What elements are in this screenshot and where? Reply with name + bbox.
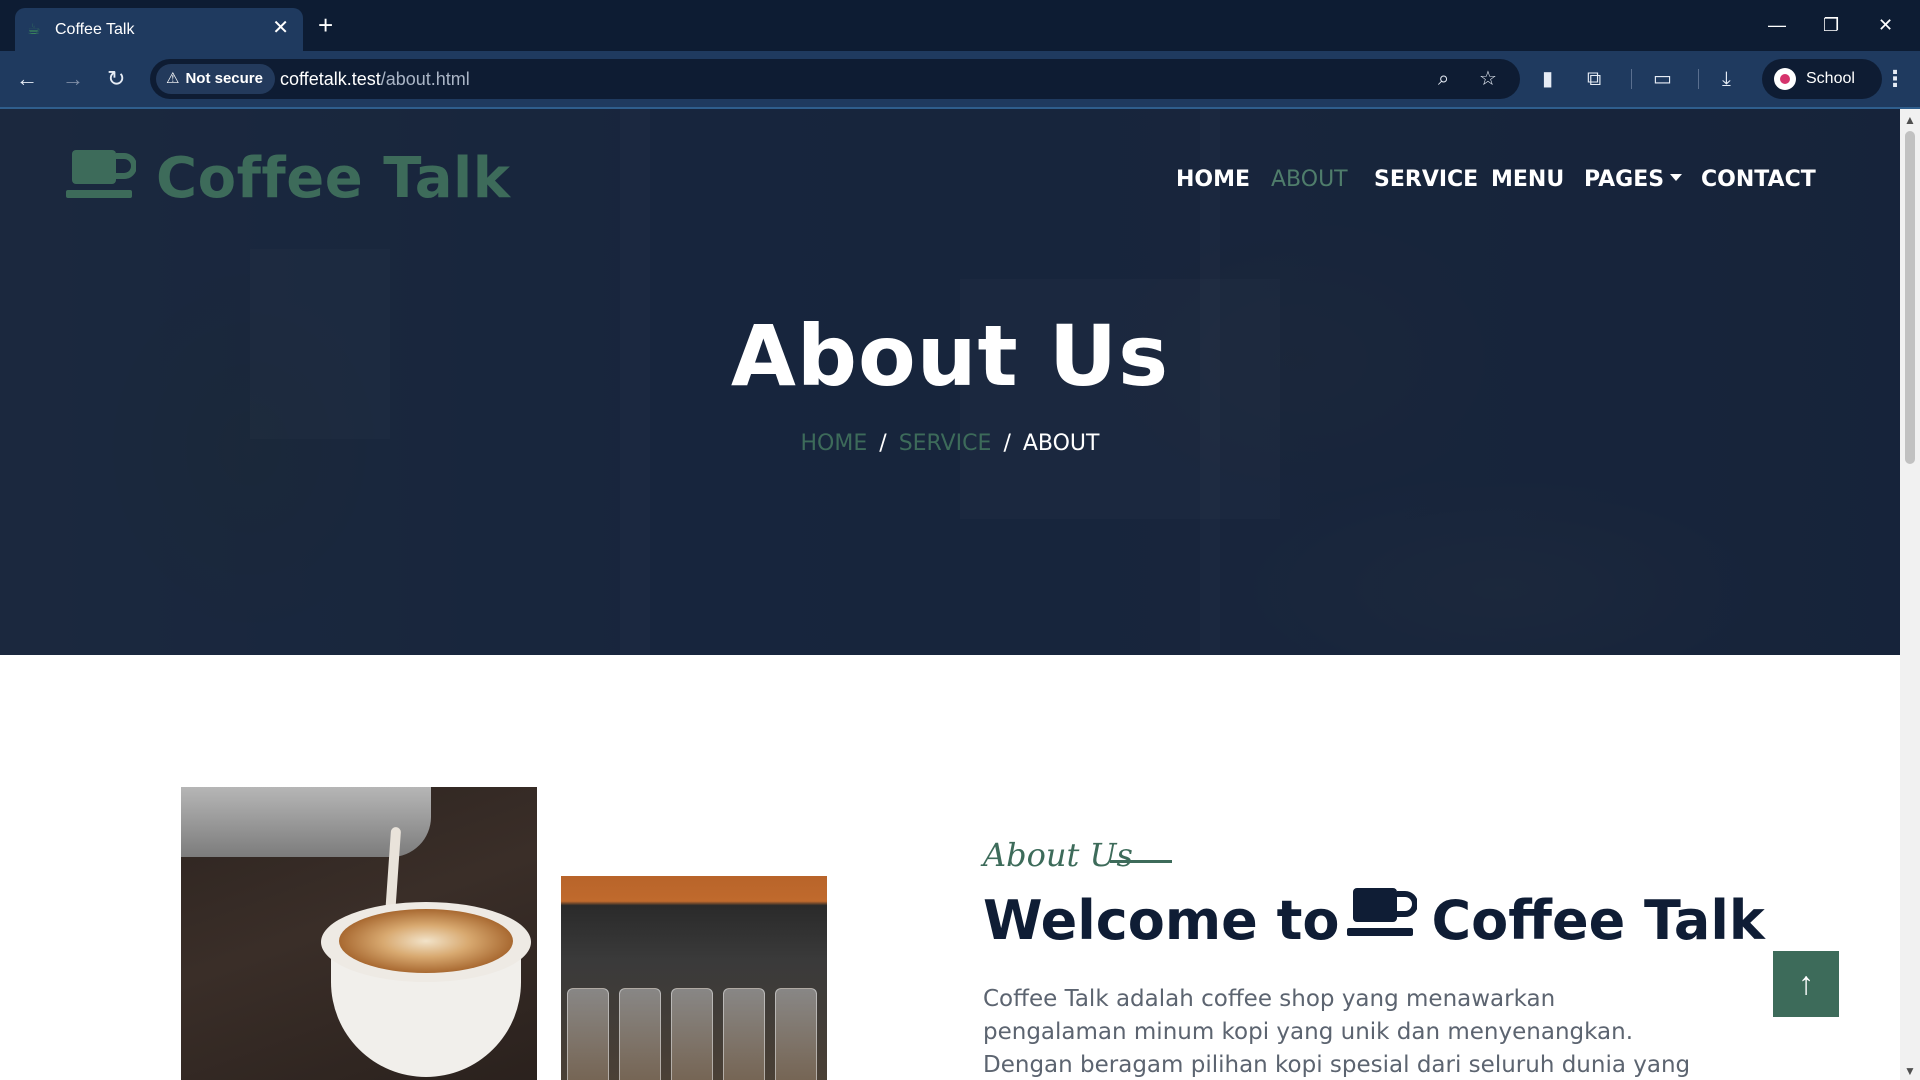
about-heading: Welcome to Coffee Talk bbox=[983, 883, 1765, 962]
reading-list-icon[interactable]: ▮ bbox=[1542, 65, 1553, 93]
coffee-cup-icon bbox=[1347, 882, 1419, 958]
nav-item-menu[interactable]: MENU bbox=[1491, 155, 1564, 205]
url-host: coffetalk.test bbox=[280, 69, 381, 89]
warning-icon: ⚠ bbox=[166, 70, 180, 87]
tab-close-icon[interactable]: ✕ bbox=[272, 17, 289, 39]
restore-button[interactable]: ❐ bbox=[1823, 10, 1839, 40]
tab-title: Coffee Talk bbox=[55, 21, 135, 38]
breadcrumb-current: ABOUT bbox=[1022, 431, 1100, 456]
avatar bbox=[1774, 68, 1796, 90]
breadcrumb-service[interactable]: SERVICE bbox=[899, 431, 992, 456]
coffee-jars-photo bbox=[561, 876, 827, 1080]
extensions-icon[interactable]: ⧉ bbox=[1587, 65, 1601, 93]
jar-shape bbox=[567, 988, 609, 1080]
cast-icon[interactable]: ▭ bbox=[1653, 65, 1672, 93]
more-menu-icon[interactable]: ⋮ bbox=[1884, 64, 1906, 94]
breadcrumb-separator: / bbox=[1003, 431, 1011, 456]
coffee-cup-icon bbox=[66, 144, 137, 220]
jar-shape bbox=[619, 988, 661, 1080]
back-to-top-button[interactable]: ↑ bbox=[1773, 951, 1839, 1017]
hero-section: Coffee Talk HOME ABOUT SERVICE MENU PAGE… bbox=[0, 109, 1900, 655]
browser-tab-bar: ☕ Coffee Talk ✕ + — ❐ ✕ bbox=[0, 0, 1920, 51]
scroll-down-icon[interactable]: ▼ bbox=[1904, 1064, 1916, 1078]
toolbar-divider bbox=[1631, 69, 1632, 89]
profile-button[interactable]: School bbox=[1762, 59, 1882, 99]
star-icon[interactable]: ☆ bbox=[1479, 66, 1497, 92]
minimize-button[interactable]: — bbox=[1768, 10, 1786, 40]
page-title: About Us bbox=[730, 307, 1170, 405]
latte-shape bbox=[339, 909, 513, 973]
zoom-icon[interactable]: ⌕ bbox=[1438, 66, 1449, 92]
nav-item-service[interactable]: SERVICE bbox=[1374, 155, 1478, 205]
address-bar[interactable]: ⚠ Not secure coffetalk.test/about.html ⌕ … bbox=[150, 59, 1520, 99]
about-subtitle: About Us bbox=[983, 836, 1133, 874]
caret-down-icon bbox=[1670, 173, 1683, 181]
jar-shape bbox=[671, 988, 713, 1080]
toolbar-divider bbox=[1698, 69, 1699, 89]
nav-item-pages[interactable]: PAGES bbox=[1584, 155, 1683, 205]
security-label: Not secure bbox=[185, 70, 263, 87]
latte-art-photo bbox=[181, 787, 537, 1080]
site-logo[interactable]: Coffee Talk bbox=[66, 141, 510, 220]
browser-tab[interactable]: ☕ Coffee Talk ✕ bbox=[15, 8, 303, 51]
download-icon[interactable]: ⤓ bbox=[1722, 65, 1731, 93]
page-viewport: Coffee Talk HOME ABOUT SERVICE MENU PAGE… bbox=[0, 109, 1900, 1080]
heading-brand: Coffee Talk bbox=[1431, 889, 1765, 952]
heading-prefix: Welcome to bbox=[983, 889, 1340, 952]
jar-shape bbox=[723, 988, 765, 1080]
nav-item-pages-label: PAGES bbox=[1584, 167, 1665, 192]
profile-name: School bbox=[1806, 70, 1855, 87]
browser-toolbar: ← → ↻ ⚠ Not secure coffetalk.test/about.h… bbox=[0, 51, 1920, 107]
nav-item-about[interactable]: ABOUT bbox=[1271, 155, 1348, 205]
close-window-button[interactable]: ✕ bbox=[1878, 10, 1893, 40]
breadcrumb-home[interactable]: HOME bbox=[801, 431, 868, 456]
forward-arrow-icon[interactable]: → bbox=[62, 64, 84, 94]
scrollbar[interactable]: ▲ ▼ bbox=[1900, 109, 1920, 1080]
about-text: Coffee Talk adalah coffee shop yang mena… bbox=[983, 986, 1691, 1078]
jar-shape bbox=[775, 988, 817, 1080]
coffee-favicon-icon: ☕ bbox=[27, 21, 41, 38]
scroll-up-icon[interactable]: ▲ bbox=[1904, 113, 1916, 127]
security-chip[interactable]: ⚠ Not secure bbox=[156, 64, 275, 94]
url-path: /about.html bbox=[380, 69, 470, 89]
reload-icon[interactable]: ↻ bbox=[107, 64, 125, 94]
back-arrow-icon[interactable]: ← bbox=[16, 64, 38, 94]
subtitle-underline bbox=[1110, 860, 1172, 863]
url-text[interactable]: coffetalk.test/about.html bbox=[280, 69, 470, 90]
brand-name: Coffee Talk bbox=[156, 146, 511, 211]
breadcrumb: HOME / SERVICE / ABOUT bbox=[0, 429, 1900, 459]
scrollbar-thumb[interactable] bbox=[1905, 131, 1915, 464]
breadcrumb-separator: / bbox=[879, 431, 887, 456]
nav-item-home[interactable]: HOME bbox=[1176, 155, 1250, 205]
nav-item-contact[interactable]: CONTACT bbox=[1701, 155, 1816, 205]
new-tab-button[interactable]: + bbox=[318, 10, 333, 40]
